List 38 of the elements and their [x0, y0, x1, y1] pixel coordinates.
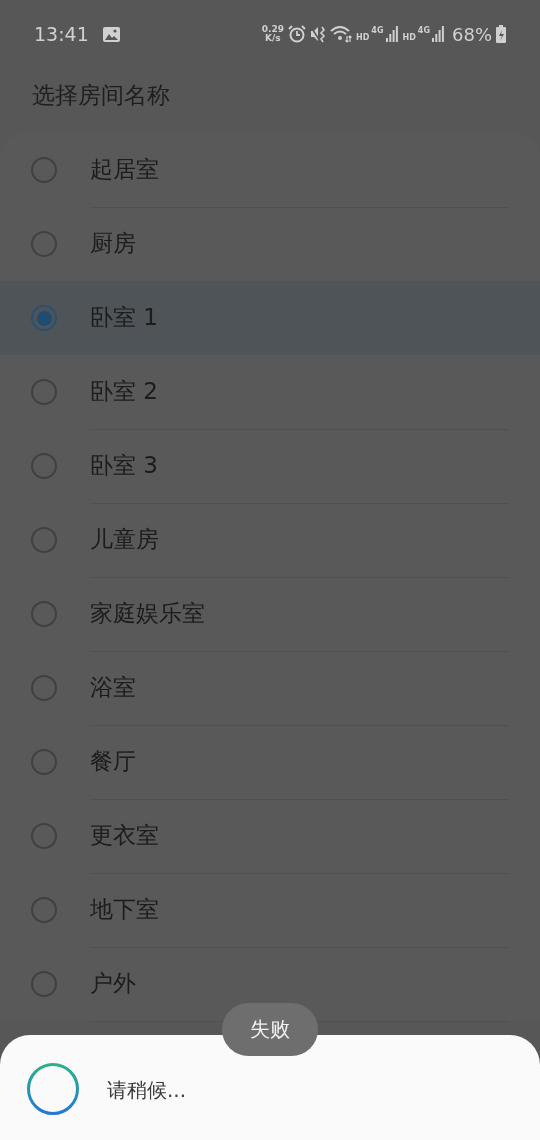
radio-button[interactable] [31, 231, 57, 257]
room-option[interactable]: 起居室 [90, 132, 508, 208]
radio-button[interactable] [31, 971, 57, 997]
room-option[interactable]: 浴室 [90, 650, 508, 726]
hd-label: HD [402, 33, 416, 42]
vibrate-mute-icon [310, 25, 326, 43]
radio-button[interactable] [31, 823, 57, 849]
hd-label: HD [356, 33, 370, 42]
radio-button[interactable] [31, 379, 57, 405]
alarm-icon [288, 25, 306, 43]
radio-button[interactable] [31, 453, 57, 479]
loading-spinner-icon [26, 1062, 80, 1116]
radio-button[interactable] [31, 527, 57, 553]
signal-icon [385, 26, 399, 42]
network-type: 4G [417, 26, 430, 35]
room-option[interactable]: 更衣室 [90, 798, 508, 874]
network-speed: 0.29 K/s [261, 25, 284, 43]
network-type: 4G [371, 26, 384, 35]
room-option[interactable]: 餐厅 [90, 724, 508, 800]
room-option[interactable]: 卧室 2 [90, 354, 508, 430]
wifi-icon [330, 25, 352, 43]
dialog-title: 选择房间名称 [31, 81, 171, 110]
battery-level: 68% [452, 23, 492, 45]
radio-button[interactable] [31, 601, 57, 627]
radio-button[interactable] [31, 749, 57, 775]
clock-time: 13:41 [34, 23, 89, 45]
room-option[interactable]: 地下室 [90, 872, 508, 948]
room-option[interactable]: 卧室 3 [90, 428, 508, 504]
room-option[interactable]: 家庭娱乐室 [90, 576, 508, 652]
radio-button[interactable] [31, 897, 57, 923]
image-icon [102, 26, 120, 42]
radio-button[interactable] [31, 305, 57, 331]
radio-button[interactable] [31, 157, 57, 183]
wait-message: 请稍候... [107, 1077, 187, 1104]
radio-button[interactable] [31, 675, 57, 701]
room-option[interactable]: 儿童房 [90, 502, 508, 578]
signal-icon [432, 26, 445, 42]
battery-charging-icon [496, 25, 506, 43]
